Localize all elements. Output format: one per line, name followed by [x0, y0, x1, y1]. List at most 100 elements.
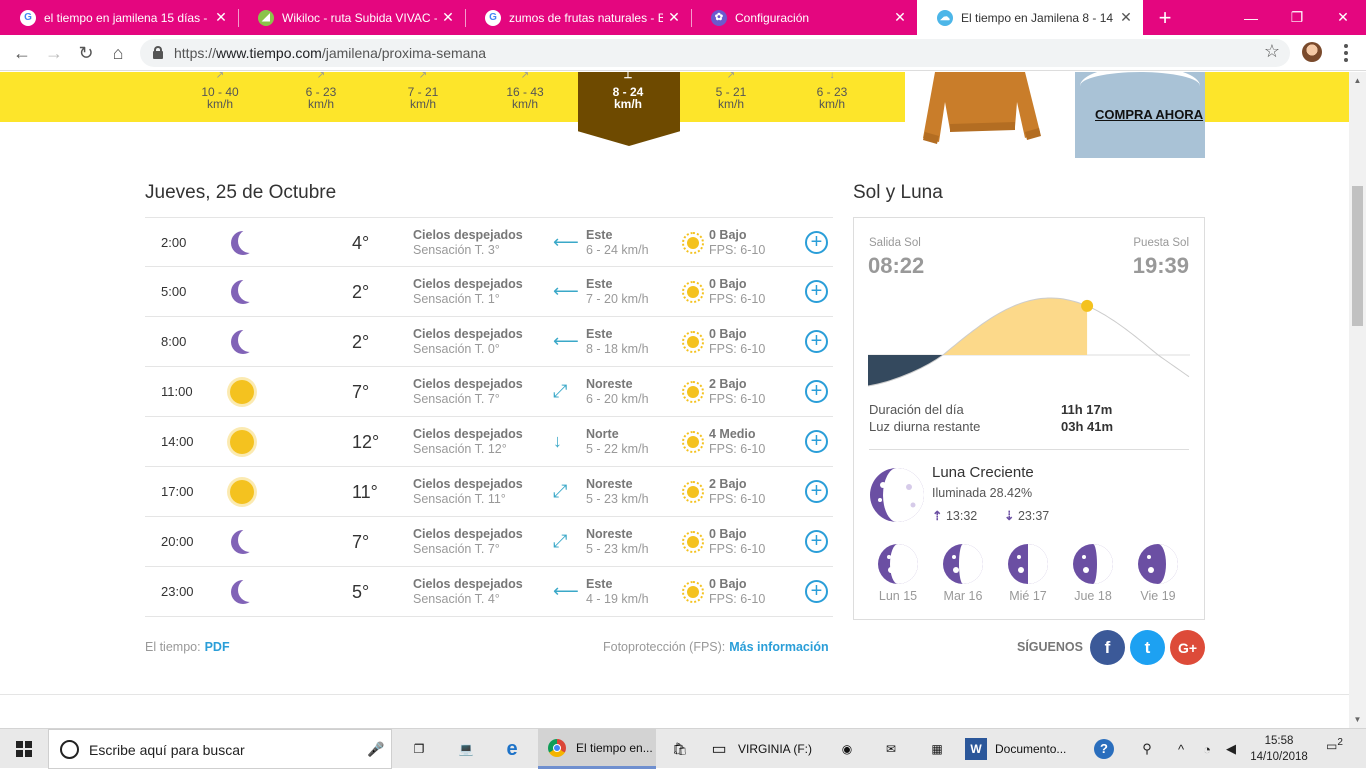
wind-col-1[interactable]: ↗ 10 - 40 km/h: [170, 72, 270, 110]
sun-arc-chart: [868, 297, 1190, 387]
tab-title: Wikiloc - ruta Subida VIVAC - J: [282, 10, 437, 25]
pdf-link[interactable]: PDF: [205, 640, 230, 654]
expand-plus-icon[interactable]: +: [805, 380, 828, 403]
wind-col-2[interactable]: ↗ 6 - 23 km/h: [271, 72, 371, 110]
tab-title: Configuración: [735, 10, 810, 25]
close-window-button[interactable]: ✕: [1320, 0, 1366, 35]
moon-phase-icon: [1138, 544, 1178, 584]
laptop-app-icon[interactable]: 💻: [450, 729, 482, 769]
wifi-icon[interactable]: ◔: [1196, 729, 1218, 769]
wind-col-6[interactable]: ↗ 5 - 21 km/h: [681, 72, 781, 110]
moon-phase-icon: [1073, 544, 1113, 584]
close-tab-icon[interactable]: ✕: [210, 9, 232, 26]
hourly-row[interactable]: 5:00 2° Cielos despejados Sensación T. 1°…: [145, 267, 833, 317]
sweater-image: [923, 72, 1041, 144]
tab-eltiempo-active[interactable]: ☁ El tiempo en Jamilena 8 - 14 D ✕: [917, 0, 1143, 35]
wind-east-icon: ⟵: [553, 331, 579, 351]
start-button[interactable]: [0, 729, 48, 769]
compra-ahora-link[interactable]: COMPRA AHORA: [1095, 107, 1203, 122]
hourly-row[interactable]: 20:00 7° Cielos despejados Sensación T. 7…: [145, 517, 833, 567]
menu-dots-icon[interactable]: [1336, 42, 1356, 64]
help-icon[interactable]: ?: [1090, 729, 1118, 769]
mail-icon[interactable]: ✉: [877, 729, 905, 769]
wind-col-5-selected[interactable]: ⊥ 8 - 24 km/h: [578, 72, 678, 110]
wind-col-4[interactable]: ↗ 16 - 43 km/h: [475, 72, 575, 110]
expand-plus-icon[interactable]: +: [805, 280, 828, 303]
expand-plus-icon[interactable]: +: [805, 330, 828, 353]
hourly-row[interactable]: 8:00 2° Cielos despejados Sensación T. 0°…: [145, 317, 833, 367]
page-scrollbar[interactable]: ▲ ▼: [1349, 72, 1366, 728]
task-view-icon[interactable]: ❐: [405, 729, 433, 769]
uv-sun-icon: [682, 331, 704, 353]
people-icon[interactable]: ⚲: [1136, 729, 1158, 769]
taskbar-clock[interactable]: 15:58 14/10/2018: [1244, 733, 1314, 765]
ad-banner[interactable]: COMPRA AHORA: [905, 72, 1205, 158]
taskbar-word-app[interactable]: W Documento...: [965, 729, 1080, 769]
tab-title: el tiempo en jamilena 15 días -: [44, 10, 208, 25]
uv-sun-icon: [682, 281, 704, 303]
tab-eltiempo-google[interactable]: G el tiempo en jamilena 15 días - ✕: [0, 0, 238, 35]
scroll-down-icon[interactable]: ▼: [1349, 711, 1366, 728]
mas-informacion-link[interactable]: Más información: [729, 640, 828, 654]
close-tab-icon[interactable]: ✕: [1115, 9, 1137, 26]
expand-plus-icon[interactable]: +: [805, 580, 828, 603]
home-icon[interactable]: ⌂: [106, 41, 130, 65]
chevron-up-icon[interactable]: ^: [1172, 729, 1190, 769]
notifications-icon[interactable]: ▭2: [1326, 737, 1348, 759]
calculator-icon[interactable]: ▦: [923, 729, 951, 769]
wind-col-7[interactable]: ↓ 6 - 23 km/h: [782, 72, 882, 110]
store-icon[interactable]: 🛍: [666, 729, 694, 769]
siguenos-label: SÍGUENOS: [1017, 640, 1083, 654]
expand-plus-icon[interactable]: +: [805, 480, 828, 503]
tab-configuracion[interactable]: ✿ Configuración ✕: [691, 0, 917, 35]
expand-plus-icon[interactable]: +: [805, 530, 828, 553]
taskbar-chrome-app[interactable]: El tiempo en...: [538, 729, 656, 769]
sol-luna-panel: Salida Sol 08:22 Puesta Sol 19:39 Duraci…: [853, 217, 1205, 620]
profile-avatar[interactable]: [1302, 42, 1322, 62]
back-arrow-icon[interactable]: ←: [10, 41, 34, 65]
bookmark-star-icon[interactable]: ☆: [1264, 41, 1280, 62]
hourly-row[interactable]: 14:00 12° Cielos despejados Sensación T. …: [145, 417, 833, 467]
address-bar[interactable]: https://www.tiempo.com/jamilena/proxima-…: [140, 39, 1290, 67]
hourly-row[interactable]: 11:00 7° Cielos despejados Sensación T. 7…: [145, 367, 833, 417]
moonrise: ⇡ 13:32: [932, 509, 978, 523]
minimize-button[interactable]: —: [1228, 0, 1274, 35]
reload-icon[interactable]: ↻: [74, 41, 98, 65]
edge-icon[interactable]: e: [497, 729, 527, 769]
wikiloc-icon: ◢: [258, 9, 274, 26]
volume-icon[interactable]: ◀: [1220, 729, 1242, 769]
tab-zumos-google[interactable]: G zumos de frutas naturales - Bu ✕: [465, 0, 691, 35]
moon-icon: [228, 278, 256, 306]
day-title: Jueves, 25 de Octubre: [145, 182, 337, 203]
scroll-thumb[interactable]: [1352, 186, 1363, 326]
sunset-time: 19:39: [1132, 253, 1189, 278]
twitter-icon[interactable]: t: [1130, 630, 1165, 665]
taskbar-drive-app[interactable]: ▭ VIRGINIA (F:): [708, 729, 818, 769]
moon-phase-icon: [943, 544, 983, 584]
close-tab-icon[interactable]: ✕: [889, 9, 911, 26]
moon-phase-icon: [1008, 544, 1048, 584]
tab-wikiloc[interactable]: ◢ Wikiloc - ruta Subida VIVAC - J ✕: [238, 0, 465, 35]
wind-col-3[interactable]: ↗ 7 - 21 km/h: [373, 72, 473, 110]
moon-phase-day: Mar 16: [937, 543, 989, 603]
forward-arrow-icon[interactable]: →: [42, 41, 66, 65]
wind-arrow-icon: ↓: [829, 72, 835, 81]
restore-button[interactable]: ❐: [1274, 0, 1320, 35]
facebook-icon[interactable]: f: [1090, 630, 1125, 665]
word-icon: W: [965, 738, 987, 760]
hourly-row[interactable]: 2:00 4° Cielos despejados Sensación T. 3°…: [145, 217, 833, 267]
google-plus-icon[interactable]: G+: [1170, 630, 1205, 665]
expand-plus-icon[interactable]: +: [805, 430, 828, 453]
scroll-up-icon[interactable]: ▲: [1349, 72, 1366, 89]
close-tab-icon[interactable]: ✕: [663, 9, 685, 26]
taskbar-search[interactable]: Escribe aquí para buscar 🎤: [48, 729, 392, 769]
hourly-row[interactable]: 17:00 11° Cielos despejados Sensación T. …: [145, 467, 833, 517]
close-tab-icon[interactable]: ✕: [437, 9, 459, 26]
hourly-row[interactable]: 23:00 5° Cielos despejados Sensación T. 4…: [145, 567, 833, 617]
new-tab-button[interactable]: +: [1150, 0, 1180, 35]
remaining-value: 03h 41m: [1061, 419, 1114, 434]
wind-east-icon: ⟵: [553, 581, 579, 601]
microphone-icon[interactable]: 🎤: [367, 741, 384, 758]
expand-plus-icon[interactable]: +: [805, 231, 828, 254]
app-circle-icon[interactable]: ◉: [833, 729, 861, 769]
